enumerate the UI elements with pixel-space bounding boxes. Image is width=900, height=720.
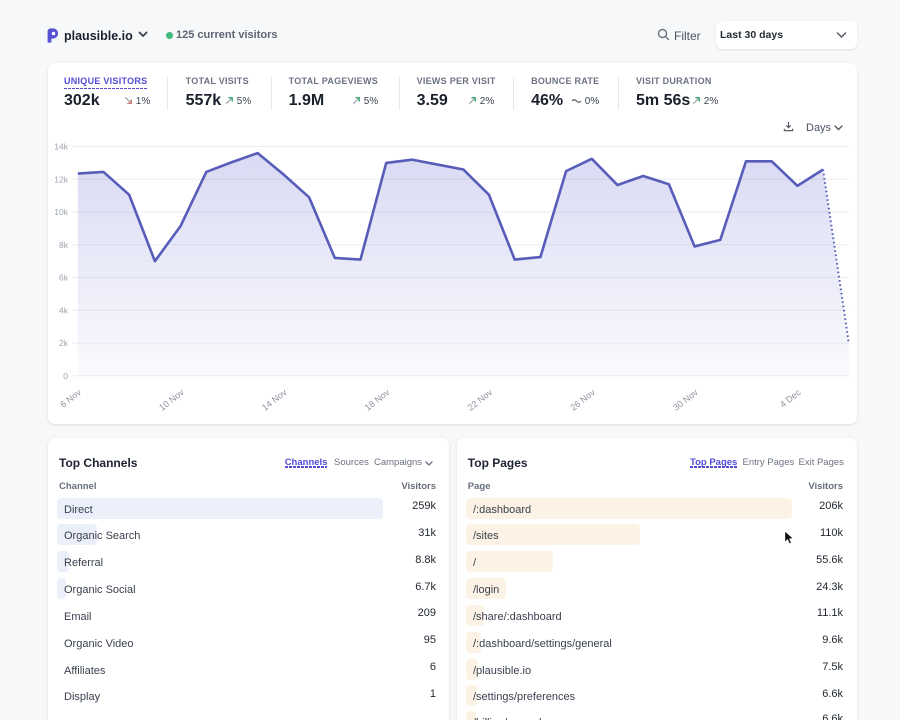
svg-text:0: 0 [63, 371, 68, 381]
svg-text:30 Nov: 30 Nov [671, 387, 700, 413]
svg-text:10 Nov: 10 Nov [157, 387, 186, 413]
svg-text:22 Nov: 22 Nov [466, 387, 495, 413]
svg-text:14 Nov: 14 Nov [260, 387, 289, 413]
svg-text:6 Nov: 6 Nov [58, 387, 83, 410]
svg-text:12k: 12k [54, 174, 68, 184]
svg-text:18 Nov: 18 Nov [363, 387, 392, 413]
svg-text:8k: 8k [59, 240, 69, 250]
svg-text:4k: 4k [59, 305, 69, 315]
svg-text:14k: 14k [54, 142, 68, 152]
svg-text:4 Dec: 4 Dec [778, 387, 803, 410]
svg-text:10k: 10k [54, 207, 68, 217]
svg-text:26 Nov: 26 Nov [568, 387, 597, 413]
svg-text:2k: 2k [59, 338, 69, 348]
svg-text:6k: 6k [59, 273, 69, 283]
